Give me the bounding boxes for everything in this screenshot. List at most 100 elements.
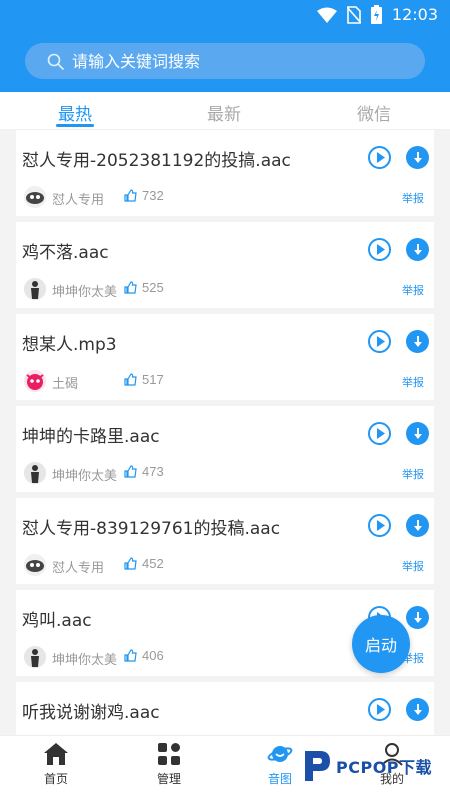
download-icon <box>413 703 422 715</box>
report-link[interactable]: 举报 <box>402 282 424 298</box>
tab-indicator <box>56 124 94 127</box>
author-name[interactable]: 土碣 <box>52 373 78 392</box>
watermark: PCPOP下载 <box>302 749 432 783</box>
item-title[interactable]: 怼人专用-839129761的投稿.aac <box>22 514 280 539</box>
play-icon <box>376 152 385 163</box>
avatar-image <box>24 278 46 300</box>
nav-item-home[interactable]: 首页 <box>21 742 91 787</box>
avatar-image <box>24 186 46 208</box>
download-icon <box>413 335 422 347</box>
like-counter[interactable]: 517 <box>124 372 164 387</box>
report-link[interactable]: 举报 <box>402 190 424 206</box>
like-count: 517 <box>142 372 164 387</box>
nav-label: 管理 <box>156 772 181 786</box>
item-title[interactable]: 想某人.mp3 <box>22 330 117 355</box>
play-icon <box>376 704 385 715</box>
no-sim-icon <box>346 5 361 24</box>
play-button[interactable] <box>368 330 391 353</box>
thumb-up-icon <box>124 189 137 202</box>
play-button[interactable] <box>368 422 391 445</box>
tab-new[interactable]: 最新 <box>207 100 241 125</box>
like-counter[interactable]: 473 <box>124 464 164 479</box>
play-button[interactable] <box>368 698 391 721</box>
download-icon <box>413 611 422 623</box>
battery-icon <box>370 5 382 24</box>
wifi-icon <box>316 7 337 23</box>
play-icon <box>376 520 385 531</box>
avatar[interactable] <box>24 278 46 300</box>
avatar-image <box>24 554 46 576</box>
list-item[interactable]: 坤坤的卡路里.aac 坤坤你太美 473 举报 <box>16 406 434 492</box>
item-title[interactable]: 鸡不落.aac <box>22 238 109 263</box>
download-button[interactable] <box>406 146 429 169</box>
like-count: 452 <box>142 556 164 571</box>
like-count: 525 <box>142 280 164 295</box>
like-counter[interactable]: 525 <box>124 280 164 295</box>
thumb-up-icon <box>124 281 137 294</box>
like-counter[interactable]: 732 <box>124 188 164 203</box>
play-button[interactable] <box>368 514 391 537</box>
report-link[interactable]: 举报 <box>402 374 424 390</box>
thumb-up-icon <box>124 557 137 570</box>
avatar[interactable] <box>24 462 46 484</box>
grid-icon <box>158 743 180 765</box>
search-box[interactable] <box>25 43 425 79</box>
like-count: 473 <box>142 464 164 479</box>
report-link[interactable]: 举报 <box>402 466 424 482</box>
list-item[interactable]: 怼人专用-839129761的投稿.aac 怼人专用 452 举报 <box>16 498 434 584</box>
download-button[interactable] <box>406 330 429 353</box>
download-button[interactable] <box>406 514 429 537</box>
download-button[interactable] <box>406 606 429 629</box>
status-icons: 12:03 <box>316 5 438 24</box>
avatar-image <box>24 462 46 484</box>
like-counter[interactable]: 406 <box>124 648 164 663</box>
avatar-image <box>24 370 46 392</box>
play-button[interactable] <box>368 238 391 261</box>
start-fab-button[interactable]: 启动 <box>352 615 410 673</box>
avatar[interactable] <box>24 554 46 576</box>
item-title[interactable]: 坤坤的卡路里.aac <box>22 422 160 447</box>
search-input[interactable] <box>72 51 392 71</box>
like-count: 732 <box>142 188 164 203</box>
download-button[interactable] <box>406 698 429 721</box>
nav-label: 音图 <box>267 772 292 786</box>
author-name[interactable]: 怼人专用 <box>52 189 104 208</box>
avatar[interactable] <box>24 186 46 208</box>
author-name[interactable]: 坤坤你太美 <box>52 649 117 668</box>
nav-item-manage[interactable]: 管理 <box>134 742 204 787</box>
play-icon <box>376 428 385 439</box>
like-count: 406 <box>142 648 164 663</box>
search-icon <box>47 53 64 70</box>
status-bar: 12:03 <box>0 0 450 33</box>
item-title[interactable]: 怼人专用-2052381192的投搞.aac <box>22 146 291 171</box>
play-icon <box>376 244 385 255</box>
download-icon <box>413 151 422 163</box>
download-button[interactable] <box>406 238 429 261</box>
download-icon <box>413 427 422 439</box>
list-item[interactable]: 怼人专用-2052381192的投搞.aac 怼人专用 732 举报 <box>16 130 434 216</box>
author-name[interactable]: 坤坤你太美 <box>52 281 117 300</box>
tab-wechat[interactable]: 微信 <box>357 100 391 125</box>
download-button[interactable] <box>406 422 429 445</box>
watermark-text: PCPOP下载 <box>336 758 433 777</box>
item-title[interactable]: 鸡叫.aac <box>22 606 92 631</box>
avatar[interactable] <box>24 370 46 392</box>
list-item[interactable]: 想某人.mp3 土碣 517 举报 <box>16 314 434 400</box>
download-icon <box>413 519 422 531</box>
list-item[interactable]: 鸡不落.aac 坤坤你太美 525 举报 <box>16 222 434 308</box>
report-link[interactable]: 举报 <box>402 558 424 574</box>
tab-hot[interactable]: 最热 <box>58 100 92 125</box>
planet-icon <box>267 746 293 762</box>
play-icon <box>376 336 385 347</box>
play-button[interactable] <box>368 146 391 169</box>
list-item[interactable]: 听我说谢谢鸡.aac <box>16 682 434 735</box>
avatar-image <box>24 646 46 668</box>
avatar[interactable] <box>24 646 46 668</box>
like-counter[interactable]: 452 <box>124 556 164 571</box>
author-name[interactable]: 怼人专用 <box>52 557 104 576</box>
pcpop-logo-icon <box>305 751 330 781</box>
item-title[interactable]: 听我说谢谢鸡.aac <box>22 698 160 723</box>
thumb-up-icon <box>124 373 137 386</box>
author-name[interactable]: 坤坤你太美 <box>52 465 117 484</box>
nav-label: 首页 <box>43 772 68 786</box>
